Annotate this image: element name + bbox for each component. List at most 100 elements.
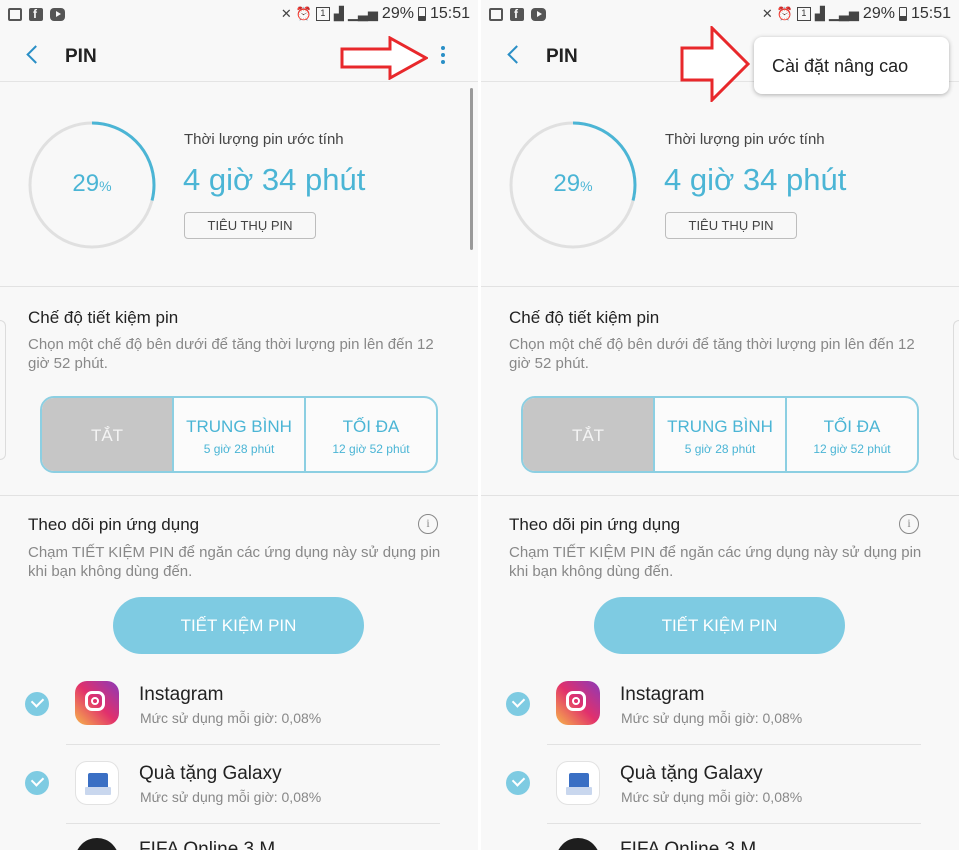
app-usage: Mức sử dụng mỗi giờ: 0,08% [621,789,803,805]
mode-label: TỐI ĐA [823,417,881,436]
mode-label: TỐI ĐA [342,417,400,436]
app-usage: Mức sử dụng mỗi giờ: 0,08% [621,710,803,726]
galaxy-gift-icon [75,761,119,805]
row-divider [547,744,921,745]
mode-off[interactable]: TẮT [42,398,174,471]
facebook-notification-icon [29,7,43,21]
menu-item-advanced-settings[interactable]: Cài đặt nâng cao [772,56,908,77]
app-name: Instagram [620,684,705,705]
more-options-icon[interactable] [438,44,448,68]
power-saving-title: Chế độ tiết kiệm pin [28,308,179,327]
row-divider [547,823,921,824]
scrollbar[interactable] [470,88,473,250]
app-checkbox-galaxy-gift[interactable] [25,771,49,795]
youtube-notification-icon [50,8,65,21]
battery-percent: 29% [28,170,156,198]
screenshot-right: ✕ ⏰ 1 ▟ ▁▃▅ 29% 15:51 PIN 29% Thời lượng… [481,0,959,850]
battery-percent-unit: % [580,178,593,194]
app-name: Quà tặng Galaxy [139,763,282,784]
gallery-notification-icon [489,8,503,21]
mode-duration: 5 giờ 28 phút [684,442,756,456]
save-battery-button[interactable]: TIẾT KIỆM PIN [113,597,364,654]
mode-label: TẮT [571,426,605,445]
app-usage: Mức sử dụng mỗi giờ: 0,08% [140,710,322,726]
app-monitor-description: Chạm TIẾT KIỆM PIN để ngăn các ứng dụng … [509,544,922,580]
status-bar: ✕ ⏰ 1 ▟ ▁▃▅ 29% 15:51 [0,0,478,30]
screenshot-left: ✕ ⏰ 1 ▟ ▁▃▅ 29% 15:51 PIN 29% Thời lượng… [0,0,478,850]
app-checkbox-instagram[interactable] [506,692,530,716]
signal-strength-icon: ▁▃▅ [347,6,378,22]
page-title: PIN [546,46,578,67]
info-icon[interactable]: i [899,514,919,534]
battery-icon [898,7,907,21]
mode-label: TRUNG BÌNH [667,417,773,436]
save-battery-button[interactable]: TIẾT KIỆM PIN [594,597,845,654]
alarm-icon: ⏰ [295,6,312,22]
mute-icon: ✕ [280,6,292,22]
power-mode-selector: TẮT TRUNG BÌNH 5 giờ 28 phút TỐI ĐA 12 giờ… [40,396,438,473]
power-saving-description: Chọn một chế độ bên dưới để tăng thời lư… [509,336,915,372]
edge-panel-handle[interactable] [953,320,959,460]
battery-usage-button[interactable]: TIÊU THỤ PIN [184,212,316,239]
estimate-value: 4 giờ 34 phút [183,162,366,197]
sim-icon: 1 [796,7,811,21]
section-divider [0,495,478,496]
section-divider [481,495,959,496]
app-checkbox-galaxy-gift[interactable] [506,771,530,795]
mode-off[interactable]: TẮT [523,398,655,471]
estimate-label: Thời lượng pin ước tính [184,131,344,148]
app-monitor-title: Theo dõi pin ứng dụng [509,515,681,534]
signal-strength-icon: ▁▃▅ [828,6,859,22]
youtube-notification-icon [531,8,546,21]
battery-percent-text: 29% [862,5,895,22]
gallery-notification-icon [8,8,22,21]
mode-max[interactable]: TỐI ĐA 12 giờ 52 phút [787,398,917,471]
mode-medium[interactable]: TRUNG BÌNH 5 giờ 28 phút [655,398,787,471]
sim-icon: 1 [315,7,330,21]
back-arrow-icon[interactable] [24,44,42,66]
app-name: Quà tặng Galaxy [620,763,763,784]
power-saving-description: Chọn một chế độ bên dưới để tăng thời lư… [28,336,434,372]
fifa-icon [556,838,600,850]
mode-max[interactable]: TỐI ĐA 12 giờ 52 phút [306,398,436,471]
instagram-icon [75,681,119,725]
app-name: FIFA Online 3 M [139,839,276,850]
app-name: FIFA Online 3 M [620,839,757,850]
signal-icon: ▟ [814,6,825,22]
battery-usage-button[interactable]: TIÊU THỤ PIN [665,212,797,239]
battery-icon [417,7,426,21]
app-monitor-description: Chạm TIẾT KIỆM PIN để ngăn các ứng dụng … [28,544,441,580]
annotation-arrow-icon [680,26,750,102]
battery-percent: 29% [509,170,637,198]
overflow-menu: Cài đặt nâng cao [754,37,949,94]
battery-percent-unit: % [99,178,112,194]
mode-duration: 12 giờ 52 phút [332,442,410,456]
app-monitor-title: Theo dõi pin ứng dụng [28,515,200,534]
annotation-arrow-icon [340,36,428,80]
clock-text: 15:51 [910,5,951,22]
mode-medium[interactable]: TRUNG BÌNH 5 giờ 28 phút [174,398,306,471]
row-divider [66,823,440,824]
info-icon[interactable]: i [418,514,438,534]
app-checkbox-instagram[interactable] [25,692,49,716]
power-saving-title: Chế độ tiết kiệm pin [509,308,660,327]
mode-duration: 12 giờ 52 phút [813,442,891,456]
page-title: PIN [65,46,97,67]
section-divider [481,286,959,287]
battery-percent-value: 29 [553,170,581,197]
section-divider [0,286,478,287]
clock-text: 15:51 [429,5,470,22]
instagram-icon [556,681,600,725]
row-divider [66,744,440,745]
mode-duration: 5 giờ 28 phút [203,442,275,456]
signal-icon: ▟ [333,6,344,22]
facebook-notification-icon [510,7,524,21]
back-arrow-icon[interactable] [505,44,523,66]
estimate-label: Thời lượng pin ước tính [665,131,825,148]
mute-icon: ✕ [761,6,773,22]
battery-percent-value: 29 [72,170,100,197]
app-usage: Mức sử dụng mỗi giờ: 0,08% [140,789,322,805]
galaxy-gift-icon [556,761,600,805]
edge-panel-handle[interactable] [0,320,6,460]
fifa-icon [75,838,119,850]
